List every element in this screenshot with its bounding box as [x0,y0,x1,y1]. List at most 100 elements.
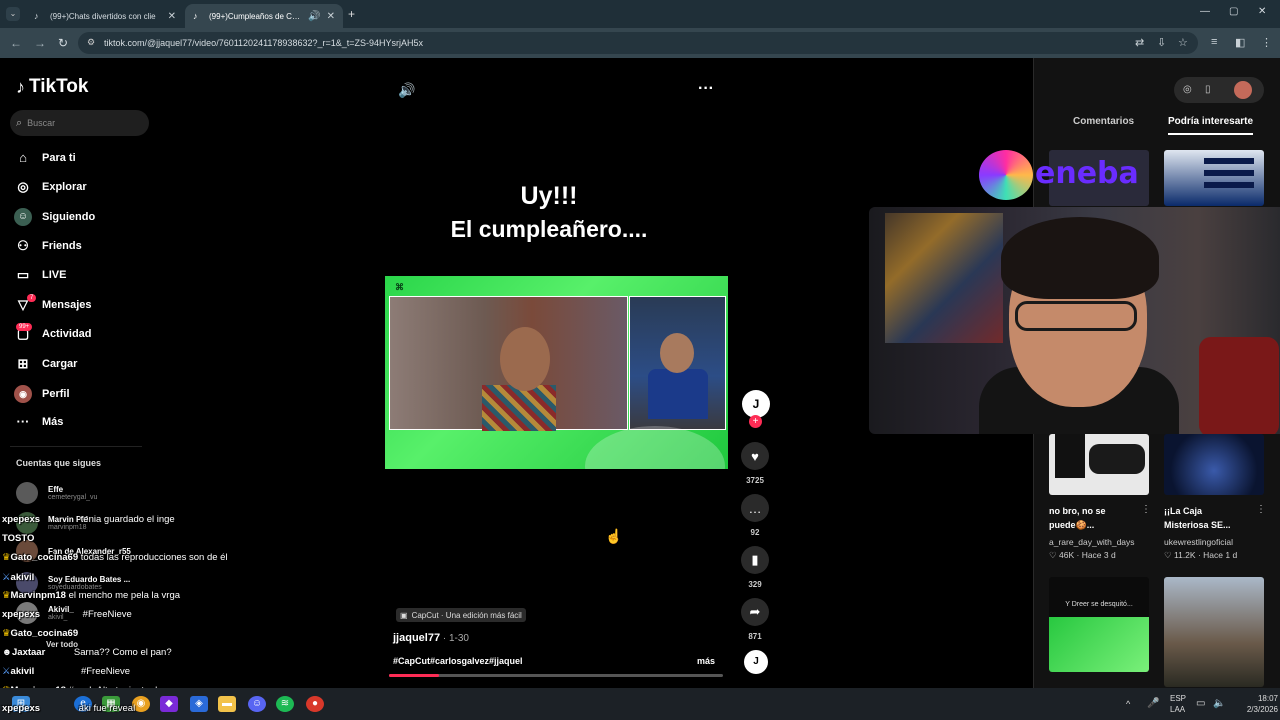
badge-icon: ⚔ [2,666,11,677]
video-title-line: no bro, no se [1049,506,1106,516]
video-frame[interactable]: ⌘ [385,276,728,469]
close-tab-icon[interactable]: ✕ [168,11,176,22]
chat-user: Gato_cocina69 [10,628,79,639]
video-options-icon[interactable]: ⋮ [1141,504,1151,515]
site-info-icon[interactable]: ⚙ [87,37,95,48]
nav-cargar[interactable]: ⊞ Cargar [14,356,78,372]
tray-chevron-icon[interactable]: ^ [1126,699,1130,709]
badge-icon: ☻ [2,647,12,658]
chat-text: aki fue reveal [78,703,136,714]
url-field[interactable]: ⚙ tiktok.com/@jjaquel77/video/7601120241… [78,32,1198,54]
new-tab-button[interactable]: + [348,7,355,21]
recommended-thumbnail[interactable] [1164,577,1264,687]
nav-friends[interactable]: ⚇ Friends [14,238,82,254]
video-options-icon[interactable]: ⋮ [1256,504,1266,515]
tab-title: (99+)Chats divertidos con clie [50,11,156,21]
video-likes: 46K [1059,550,1075,560]
language-label[interactable]: LAA [1170,705,1185,714]
video-title[interactable]: ¡¡La Caja Misteriosa SE... [1164,504,1254,532]
chat-message: ⚔akivil [2,572,34,583]
video-title[interactable]: no bro, no se puede🍪... [1049,504,1139,532]
video-author[interactable]: ukewrestlingoficial [1164,537,1233,547]
app-icon[interactable]: ◈ [190,696,208,712]
nav-mas[interactable]: ··· Más [14,414,64,429]
save-button[interactable]: ▮ 329 [740,546,770,589]
video-title-line: puede🍪... [1049,520,1095,530]
restore-button[interactable]: ▢ [1229,6,1238,17]
language-label[interactable]: ESP [1170,694,1186,703]
reload-button[interactable]: ↻ [58,36,68,50]
tab-comentarios[interactable]: Comentarios [1073,116,1134,127]
install-icon[interactable]: ⇩ [1157,36,1166,49]
nav-siguiendo[interactable]: ☺ Siguiendo [14,208,95,226]
tab-cumpleanos[interactable]: ♪ (99+)Cumpleaños de Carlo 🔊 ✕ [185,4,343,28]
close-tab-icon[interactable]: ✕ [327,11,335,22]
forward-button[interactable]: → [34,36,46,50]
tiktok-logo[interactable]: ♪ TikTok [16,76,88,98]
creator-avatar[interactable]: J [742,390,770,418]
nav-perfil[interactable]: ◉ Perfil [14,385,70,403]
video-author[interactable]: a_rare_day_with_days [1049,537,1135,547]
crown-icon: ♛ [2,552,11,563]
browser-menu-icon[interactable]: ⋮ [1261,36,1272,49]
follow-plus-button[interactable]: + [749,415,762,428]
bookmark-star-icon[interactable]: ☆ [1178,36,1188,49]
nav-para-ti[interactable]: ⌂ Para ti [14,150,76,165]
recommended-thumbnail[interactable] [1049,434,1149,495]
search-input[interactable]: ⌕ Buscar [10,110,149,136]
minimize-button[interactable]: — [1200,6,1210,17]
share-button[interactable]: ➦ 871 [740,598,770,641]
tab-search-button[interactable]: ⌄ [6,7,20,21]
clock-date[interactable]: 2/3/2026 [1232,705,1278,714]
recommended-thumbnail[interactable] [1164,150,1264,206]
translate-icon[interactable]: ⇄ [1135,36,1144,49]
account-item[interactable]: Effe cemeterygal_vu [16,482,97,504]
video-age: Hace 3 d [1081,550,1116,560]
author-name: jjaquel77 [393,632,441,644]
tab-audio-icon[interactable]: 🔊 [308,11,320,22]
microphone-icon[interactable]: 🎤 [1147,698,1159,709]
back-button[interactable]: ← [10,36,22,50]
discord-icon[interactable]: ☺ [248,696,266,712]
video-hashtags[interactable]: #CapCut#carlosgalvez#jjaquel [393,656,523,666]
nav-explorar[interactable]: ◎ Explorar [14,179,86,195]
obs-icon[interactable]: ● [306,696,324,712]
video-more-icon[interactable]: ··· [698,80,714,98]
share-count: 871 [748,632,762,641]
device-icon[interactable]: ▯ [1205,84,1211,95]
network-icon[interactable]: ▭ [1196,698,1205,709]
nav-label: Actividad [42,328,92,340]
nav-live[interactable]: ▭ LIVE [14,267,67,283]
nav-mensajes[interactable]: ▽ Mensajes [14,297,92,313]
comment-button[interactable]: … 92 [740,494,770,537]
more-link[interactable]: más [697,656,715,666]
volume-icon[interactable]: 🔊 [398,82,415,99]
user-avatar[interactable] [1234,81,1252,99]
soccer-ball-graphic [585,426,725,469]
capcut-badge[interactable]: ▣ CapCut · Una edición más fácil [396,608,526,622]
volume-icon[interactable]: 🔈 [1213,698,1225,709]
sound-disc-icon[interactable]: J [744,650,768,674]
close-window-button[interactable]: ✕ [1258,6,1266,17]
video-title-line: Misteriosa SE... [1164,520,1231,530]
tab-podria-interesarte[interactable]: Podría interesarte [1168,116,1254,135]
extension-icon[interactable]: ◧ [1235,36,1245,49]
tab-chats[interactable]: ♪ (99+)Chats divertidos con clie ✕ [26,4,184,28]
spotify-icon[interactable]: ≋ [276,696,294,712]
clock-time[interactable]: 18:07 [1240,694,1278,703]
more-icon: ··· [16,414,30,429]
recommended-thumbnail[interactable] [1164,434,1264,495]
video-likes: 11.2K [1174,550,1196,560]
video-author[interactable]: jjaquel77 · 1-30 [393,632,469,644]
video-progress-bar[interactable] [389,674,723,677]
video-title-line: ¡¡La Caja [1164,506,1203,516]
eneba-wordmark: eneba [1035,156,1139,191]
app-icon[interactable]: ◆ [160,696,178,712]
compass-icon[interactable]: ◎ [1183,84,1192,95]
media-icon[interactable]: ≡ [1211,36,1217,48]
eneba-ad-logo: eneba [979,150,1149,206]
file-explorer-icon[interactable]: ▬ [218,696,236,712]
recommended-thumbnail[interactable]: Y Dreer se desquitó... [1049,577,1149,672]
like-button[interactable]: ♥ 3725 [740,442,770,485]
video-meta: ♡ 11.2K · Hace 1 d [1164,550,1238,560]
